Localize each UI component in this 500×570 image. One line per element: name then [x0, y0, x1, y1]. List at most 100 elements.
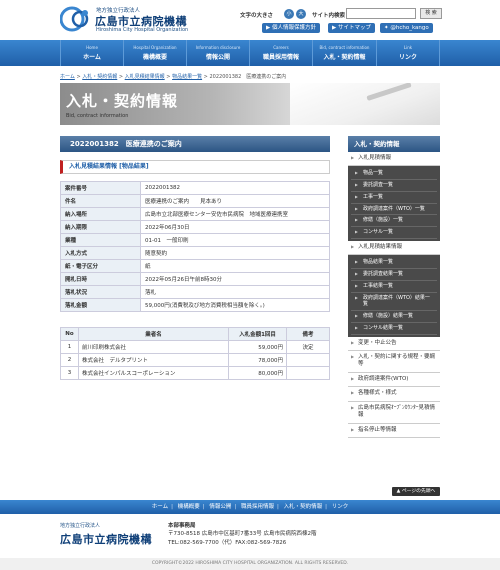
breadcrumb-separator: > [166, 74, 171, 80]
page-title: 2022001382 医療連携のご案内 [60, 136, 330, 152]
breadcrumb-separator: > [203, 74, 208, 80]
search-button[interactable]: 検 索 [420, 8, 442, 19]
detail-row: 納入期限 2022年06月30日 [60, 220, 330, 234]
font-large-button[interactable]: 大 [296, 9, 306, 19]
sidebar-item-suspension[interactable]: 指名停止等情報 [348, 423, 440, 438]
font-size-label: 文字の大きさ [240, 13, 274, 19]
hero-banner: 入札・契約情報 Bid, contract information [60, 83, 440, 125]
gnav-item-label: 職員採用情報 [262, 54, 299, 61]
sidebar-item-repair[interactable]: 修繕（施設）一覧 [351, 215, 437, 228]
sidebar-item-wto-procurement[interactable]: 政府調達案件(WTO) [348, 372, 440, 388]
detail-label: 開札日時 [60, 272, 141, 286]
hero-english-title: Bid, contract information [66, 113, 129, 119]
sidebar-submenu-bid-info: 物品一覧 委託調査一覧 工事一覧 政府調達案件（WTO）一覧 修繕（施設）一覧 … [348, 166, 440, 241]
logo-english-name: Hiroshima City Hospital Organization [96, 27, 189, 33]
sidebar-item-goods[interactable]: 物品一覧 [351, 168, 437, 181]
detail-value: 01-01 一般印刷 [140, 233, 330, 247]
sidebar-item-change-notice[interactable]: 変更・中止公告 [348, 336, 440, 352]
gnav-item-en: Link [403, 45, 413, 50]
footer-separator: | [202, 504, 205, 510]
footer-logo-name: 広島市立病院機構 [60, 533, 152, 546]
detail-value: 2022年05月26日午前8時30分 [140, 272, 330, 286]
breadcrumb: ホーム > 入札・契約情報 > 入札見積結果情報 > 物品結果一覧 > 2022… [60, 73, 286, 80]
detail-value: 医療連携のご案内 見本あり [140, 194, 330, 208]
breadcrumb-home[interactable]: ホーム [60, 74, 75, 80]
gnav-item-home[interactable]: Home ホーム [60, 40, 123, 66]
gnav-item-organization[interactable]: Hospital Organization 機構概要 [123, 40, 186, 66]
gnav-item-disclosure[interactable]: Information disclosure 情報公開 [186, 40, 249, 66]
footer-phone: TEL:082-569-7700（代）FAX:082-569-7826 [168, 539, 287, 546]
bidder-col-name: 業者名 [78, 327, 229, 341]
gnav-item-label: 入札・契約情報 [323, 54, 366, 61]
footer-link-home[interactable]: ホーム [152, 504, 168, 510]
detail-label: 案件番号 [60, 181, 141, 195]
page-top-button[interactable]: ▲ ページの先頭へ [392, 487, 440, 496]
footer-address-block: 本部事務局 〒730-8518 広島市中区基町7番33号 広島市民病院西棟2階 … [168, 522, 316, 547]
gnav-item-careers[interactable]: Careers 職員採用情報 [249, 40, 312, 66]
sitemap-label: サイトマップ [337, 25, 371, 31]
detail-row: 件名 医療連携のご案内 見本あり [60, 194, 330, 208]
detail-row: 案件番号 2022001382 [60, 181, 330, 195]
sidebar-item-repair-results[interactable]: 修繕（施設）結果一覧 [351, 311, 437, 323]
detail-label: 紙・電子区分 [60, 259, 141, 273]
twitter-icon: ✦ [384, 25, 389, 31]
detail-value: 落札 [140, 285, 330, 299]
detail-label: 納入期限 [60, 220, 141, 234]
breadcrumb-goods-results[interactable]: 物品結果一覧 [172, 74, 202, 80]
section-heading: 入札見積結果情報 [物品結果] [60, 160, 330, 174]
gnav-item-en: Hospital Organization [133, 45, 177, 50]
sidebar-item-consignment[interactable]: 委託調査一覧 [351, 180, 437, 192]
detail-value: 2022001382 [140, 181, 330, 195]
detail-label: 業種 [60, 233, 141, 247]
sidebar-item-consultant-results[interactable]: コンサル結果一覧 [351, 322, 437, 335]
sidebar-item-consultant[interactable]: コンサル一覧 [351, 227, 437, 239]
footer-separator: | [171, 504, 173, 510]
sitemap-link[interactable]: ▶ サイトマップ [328, 23, 375, 33]
detail-row: 紙・電子区分紙 [60, 259, 330, 273]
sidebar-item-open-counter[interactable]: 広島市民病院ｵｰﾌﾟﾝｶｳﾝﾀｰ見積情報 [348, 401, 440, 424]
search-input[interactable] [346, 8, 416, 19]
footer-link-link[interactable]: リンク [332, 504, 349, 510]
sidebar-item-construction-results[interactable]: 工事結果一覧 [351, 280, 437, 293]
sidebar-item-regulations[interactable]: 入札・契約に関する規程・要綱等 [348, 351, 440, 373]
bidder-no: 2 [60, 353, 79, 367]
gnav-item-bid-contract[interactable]: Bid, contract information 入札・契約情報 [312, 40, 376, 66]
gnav-item-en: Information disclosure [195, 45, 241, 50]
sidebar-item-bid-results[interactable]: 入札見積結果情報 [348, 240, 440, 256]
sidebar-item-consignment-results[interactable]: 委託調査結果一覧 [351, 269, 437, 281]
twitter-link[interactable]: ✦ @hcho_kango [380, 23, 433, 33]
breadcrumb-bid-contract[interactable]: 入札・契約情報 [82, 74, 117, 80]
footer-link-careers[interactable]: 職員採用情報 [241, 504, 274, 510]
footer-address: 〒730-8518 広島市中区基町7番33号 広島市民病院西棟2階 [168, 531, 317, 538]
bidder-amount: 59,000円 [228, 340, 287, 354]
gnav-item-link[interactable]: Link リンク [376, 40, 440, 66]
footer-office: 本部事務局 [168, 523, 196, 529]
sidebar-item-goods-results[interactable]: 物品結果一覧 [351, 257, 437, 270]
sidebar-title: 入札・契約情報 [348, 136, 440, 152]
bidder-name: 株式会社インパルスコーポレーション [78, 366, 229, 380]
sidebar-item-wto-results[interactable]: 政府調達案件（WTO）結果一覧 [351, 292, 437, 312]
sidebar-item-bid-info[interactable]: 入札見積情報 [348, 152, 440, 167]
gnav-item-en: Careers [273, 45, 289, 50]
sidebar-item-wto[interactable]: 政府調達案件（WTO）一覧 [351, 203, 437, 216]
bidder-name: 前川印刷株式会社 [78, 340, 229, 354]
sidebar-item-construction[interactable]: 工事一覧 [351, 191, 437, 204]
logo-mark-icon[interactable] [60, 5, 92, 33]
detail-label: 件名 [60, 194, 141, 208]
footer-link-bid-contract[interactable]: 入札・契約情報 [284, 504, 323, 510]
sidebar: 入札・契約情報 入札見積情報 物品一覧 委託調査一覧 工事一覧 政府調達案件（W… [348, 136, 440, 438]
table-row: 2 株式会社 デルタプリント 78,000円 [60, 353, 330, 367]
privacy-policy-link[interactable]: ▶ 個人情報保護方針 [262, 23, 320, 33]
bidder-note [286, 353, 330, 367]
font-small-button[interactable]: 小 [284, 9, 294, 19]
detail-label: 納入場所 [60, 207, 141, 221]
gnav-item-label: 機構概要 [142, 54, 167, 61]
sidebar-item-forms[interactable]: 各種様式・様式 [348, 387, 440, 402]
hero-title: 入札・契約情報 [66, 92, 179, 110]
privacy-policy-label: 個人情報保護方針 [271, 25, 316, 31]
footer-link-organization[interactable]: 機構概要 [178, 504, 200, 510]
breadcrumb-bid-results[interactable]: 入札見積結果情報 [125, 74, 165, 80]
site-search-label: サイト内検索 [312, 13, 346, 19]
footer-separator: | [276, 504, 279, 510]
footer-link-disclosure[interactable]: 情報公開 [209, 504, 231, 510]
